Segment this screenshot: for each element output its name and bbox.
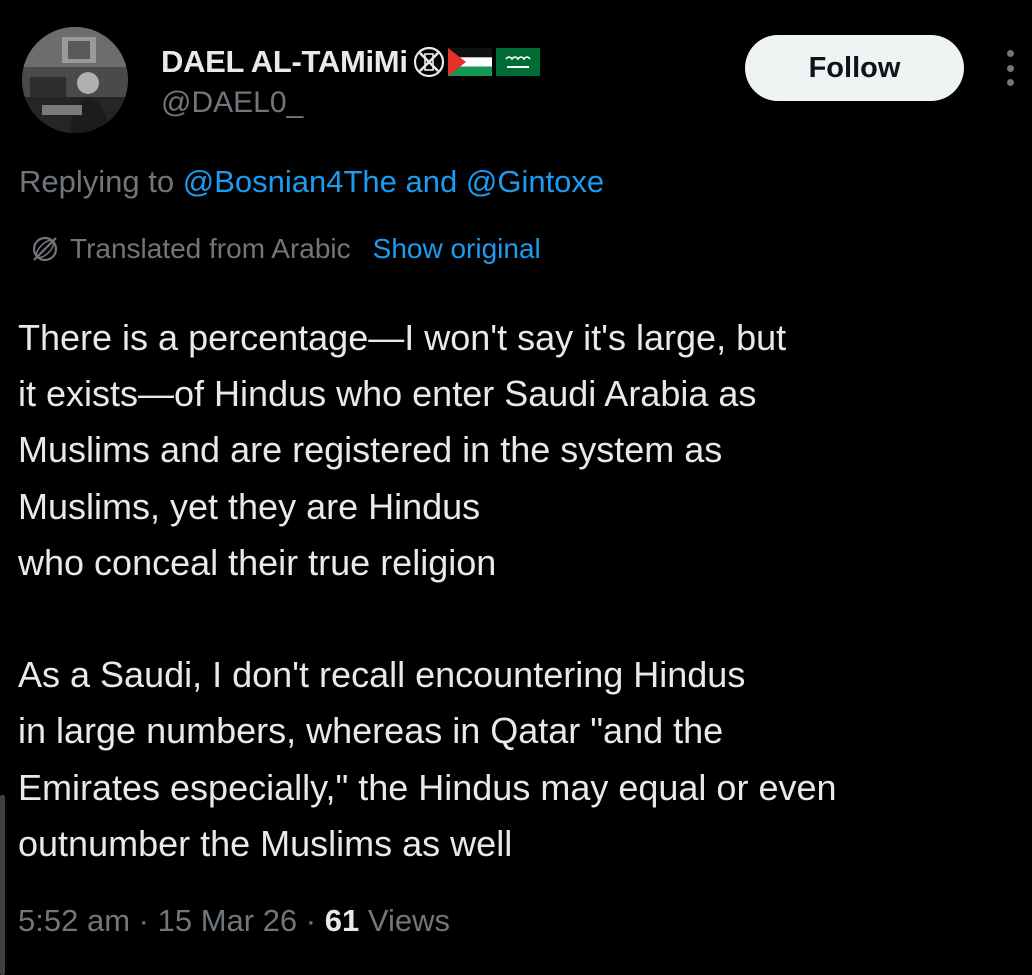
replying-to-line: Replying to @Bosnian4The and @Gintoxe	[19, 164, 604, 200]
saudi-flag-icon	[495, 48, 540, 76]
tweet-text-line: As a Saudi, I don't recall encountering …	[18, 654, 746, 696]
tweet-text-line: who conceal their true religion	[18, 541, 497, 583]
replying-to-joiner: and	[405, 164, 458, 199]
more-dot	[1006, 79, 1014, 86]
tweet-text-line: Muslims, yet they are Hindus	[18, 485, 481, 527]
tweet-text-line: outnumber the Muslims as well	[18, 822, 513, 864]
meta-separator: ·	[138, 903, 149, 938]
mention-link[interactable]: @Gintoxe	[466, 164, 604, 199]
replying-to-prefix: Replying to	[19, 164, 175, 199]
tweet-text-line: Emirates especially," the Hindus may equ…	[18, 766, 837, 808]
tweet-text-line: There is a percentage—I won't say it's l…	[18, 317, 787, 358]
tweet-text-line: Muslims and are registered in the system…	[18, 429, 723, 471]
tweet-meta: 5:52 am · 15 Mar 26 · 61 Views	[18, 903, 450, 939]
translation-row: Translated from Arabic Show original	[30, 230, 541, 268]
author-display-name[interactable]: DAEL AL-TAMiMi	[161, 44, 408, 80]
avatar-photo	[22, 27, 128, 133]
tweet-text-line: it exists—of Hindus who enter Saudi Arab…	[18, 373, 757, 415]
translate-globe-icon	[32, 236, 58, 262]
author-handle[interactable]: @DAEL0_	[161, 86, 303, 120]
tweet-text: There is a percentage—I won't say it's l…	[18, 310, 1023, 872]
name-emoji-group	[412, 45, 540, 79]
tweet-text-line: in large numbers, whereas in Qatar "and …	[18, 710, 724, 752]
more-vertical-icon[interactable]	[1000, 46, 1020, 90]
views-label[interactable]: Views	[368, 903, 450, 938]
no-sign-x-icon	[413, 46, 444, 78]
mention-link[interactable]: @Bosnian4The	[183, 164, 397, 199]
follow-button[interactable]: Follow	[745, 35, 964, 101]
avatar[interactable]	[22, 27, 128, 133]
tweet-date[interactable]: 15 Mar 26	[158, 903, 298, 938]
views-count[interactable]: 61	[325, 903, 359, 938]
scrollbar-thumb[interactable]	[0, 795, 5, 975]
tweet-time[interactable]: 5:52 am	[18, 903, 130, 938]
palestine-flag-icon	[447, 48, 492, 76]
more-dot	[1006, 50, 1014, 57]
meta-separator: ·	[305, 903, 317, 938]
author-name-row[interactable]: DAEL AL-TAMiMi	[161, 42, 540, 82]
show-original-link[interactable]: Show original	[373, 233, 541, 265]
more-dot	[1006, 64, 1014, 72]
translated-from-label: Translated from Arabic	[70, 233, 351, 264]
